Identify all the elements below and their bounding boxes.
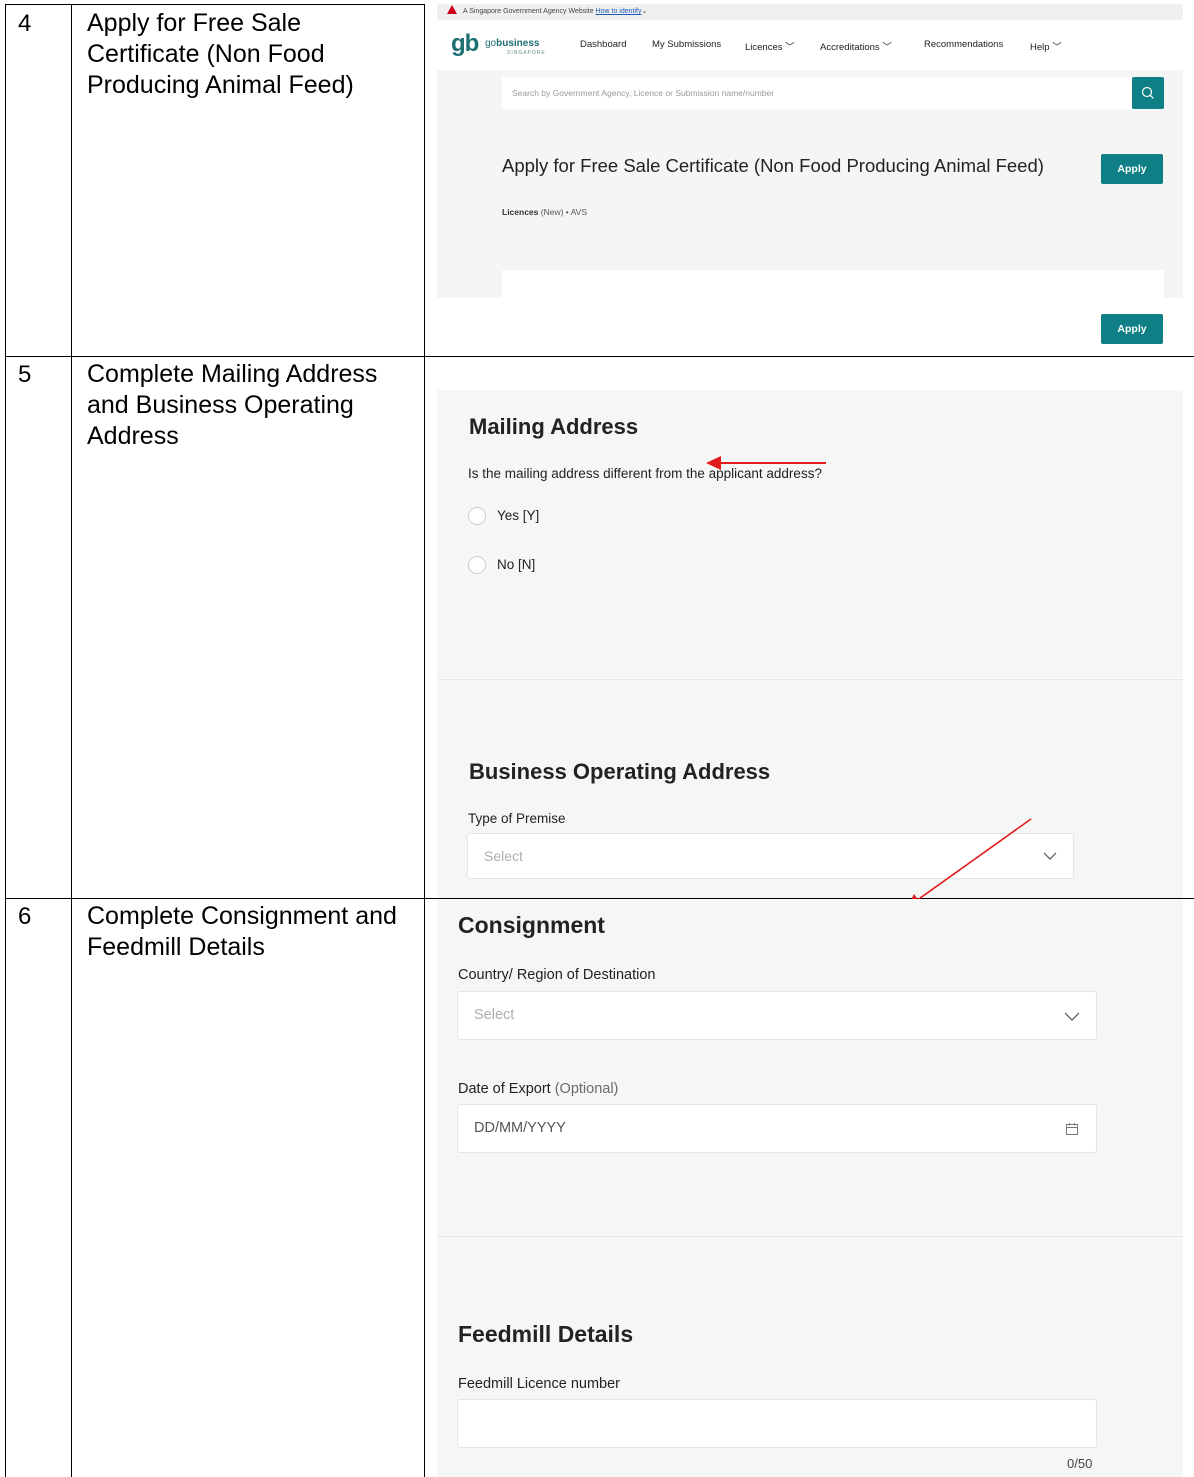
country-region-select[interactable]: Select — [457, 991, 1097, 1040]
country-region-label: Country/ Region of Destination — [458, 967, 656, 983]
consignment-heading: Consignment — [458, 912, 605, 938]
date-of-export-placeholder: DD/MM/YYYY — [474, 1120, 566, 1136]
arrow-to-mailing-question — [706, 456, 826, 470]
date-of-export-label: Date of Export (Optional) — [458, 1081, 619, 1097]
chevron-down-icon — [1064, 1012, 1080, 1021]
country-region-placeholder: Select — [474, 1007, 515, 1023]
calendar-icon[interactable] — [1065, 1122, 1079, 1136]
consignment-panel — [437, 899, 1183, 1236]
feedmill-licence-input[interactable] — [457, 1399, 1097, 1448]
arrow-to-consignment — [907, 818, 1032, 908]
feedmill-licence-label: Feedmill Licence number — [458, 1376, 620, 1392]
date-of-export-input[interactable]: DD/MM/YYYY — [457, 1104, 1097, 1153]
char-counter: 0/50 — [1067, 1456, 1093, 1471]
feedmill-details-heading: Feedmill Details — [458, 1321, 634, 1347]
